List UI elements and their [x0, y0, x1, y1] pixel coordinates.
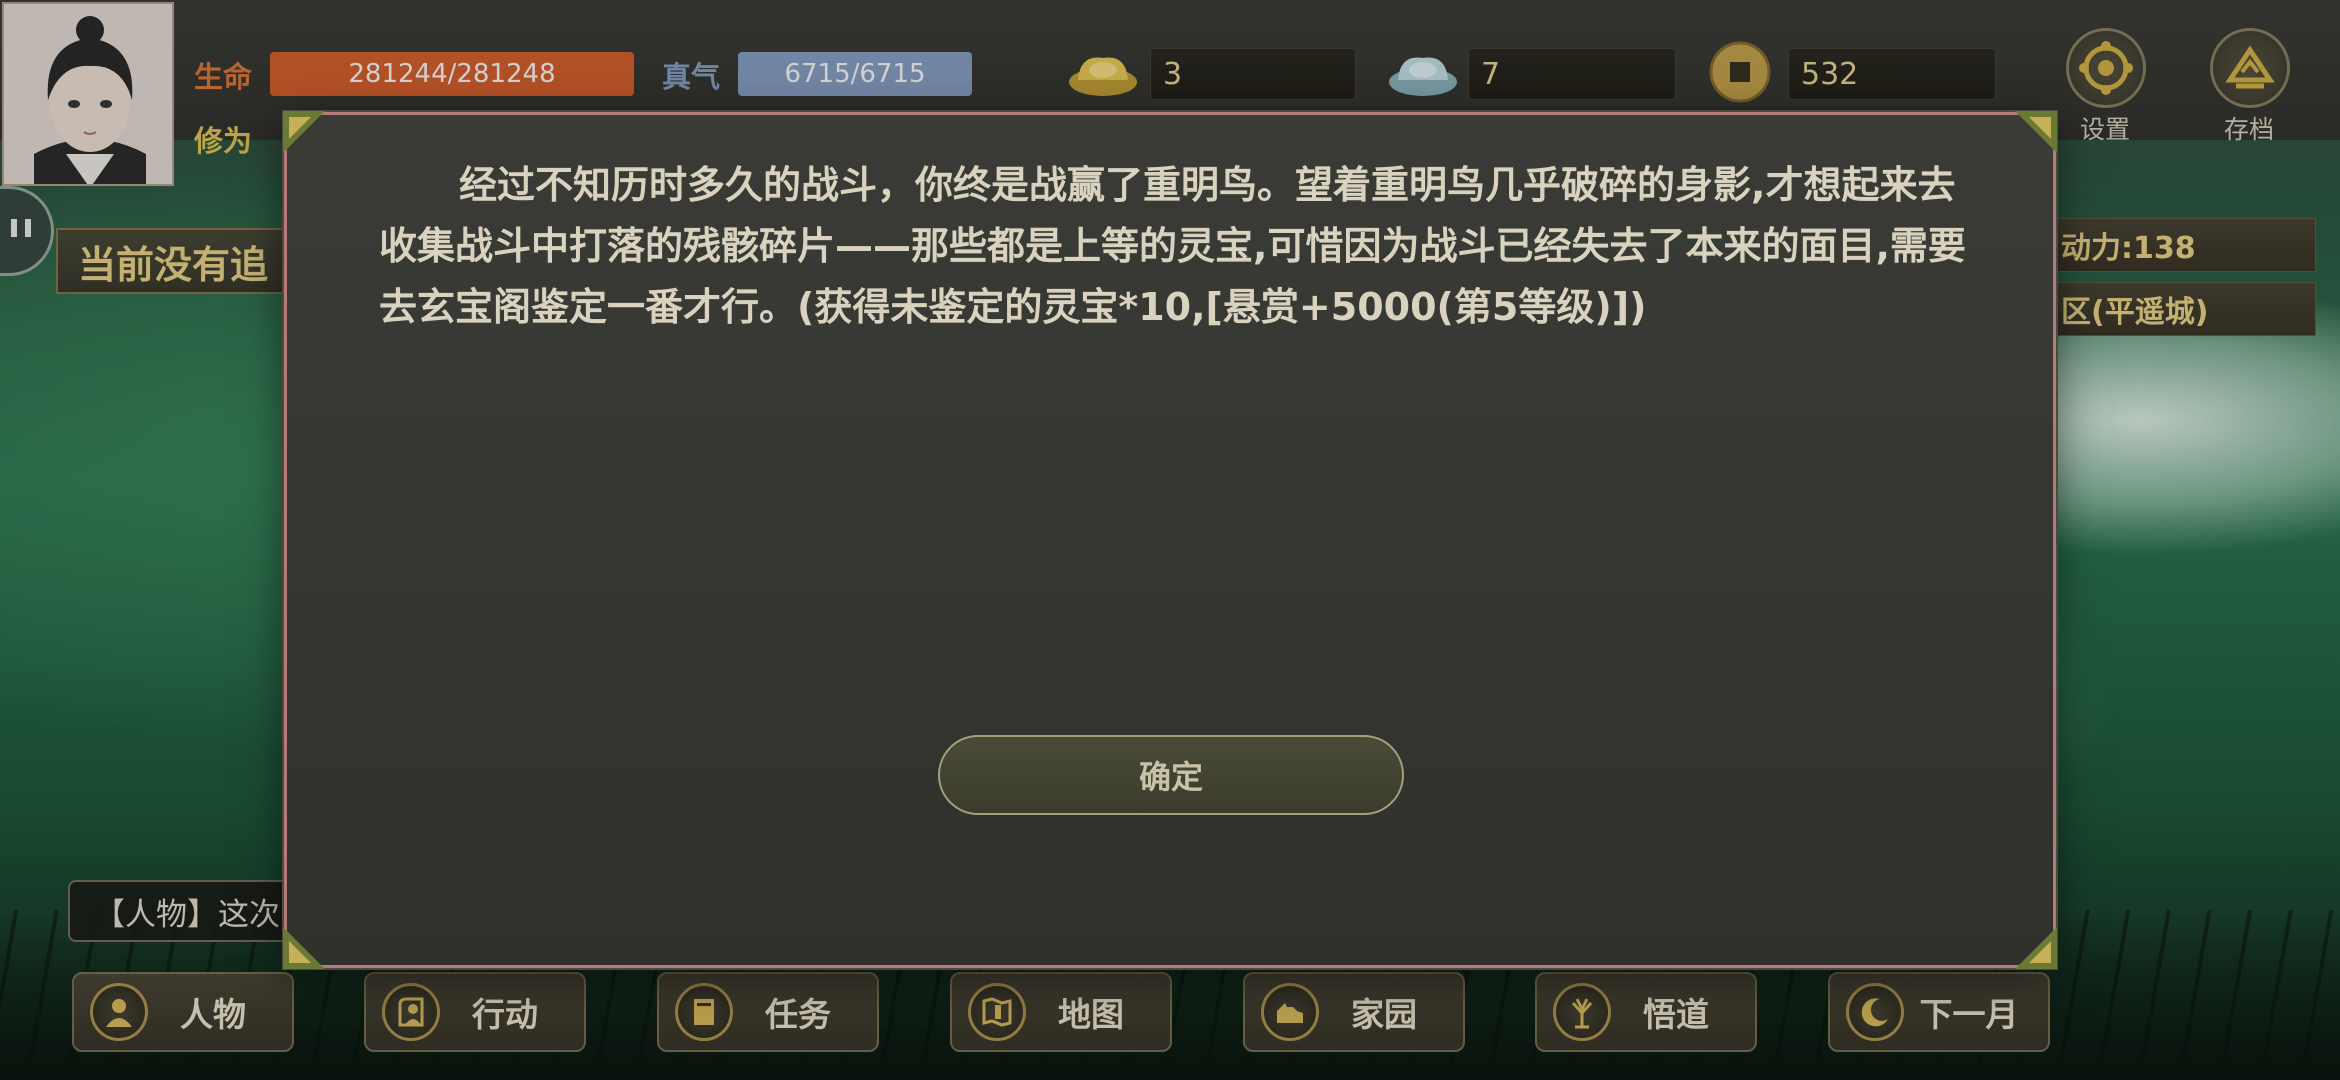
corner-ornament-icon — [283, 111, 325, 153]
confirm-label: 确定 — [1138, 758, 1203, 796]
corner-ornament-icon — [283, 927, 325, 969]
event-dialog: 经过不知历时多久的战斗，你终是战赢了重明鸟。望着重明鸟几乎破碎的身影,才想起来去… — [283, 111, 2057, 969]
confirm-button[interactable]: 确定 — [938, 735, 1404, 815]
dialog-message: 经过不知历时多久的战斗，你终是战赢了重明鸟。望着重明鸟几乎破碎的身影,才想起来去… — [379, 163, 1966, 329]
corner-ornament-icon — [2015, 927, 2057, 969]
corner-ornament-icon — [2015, 111, 2057, 153]
